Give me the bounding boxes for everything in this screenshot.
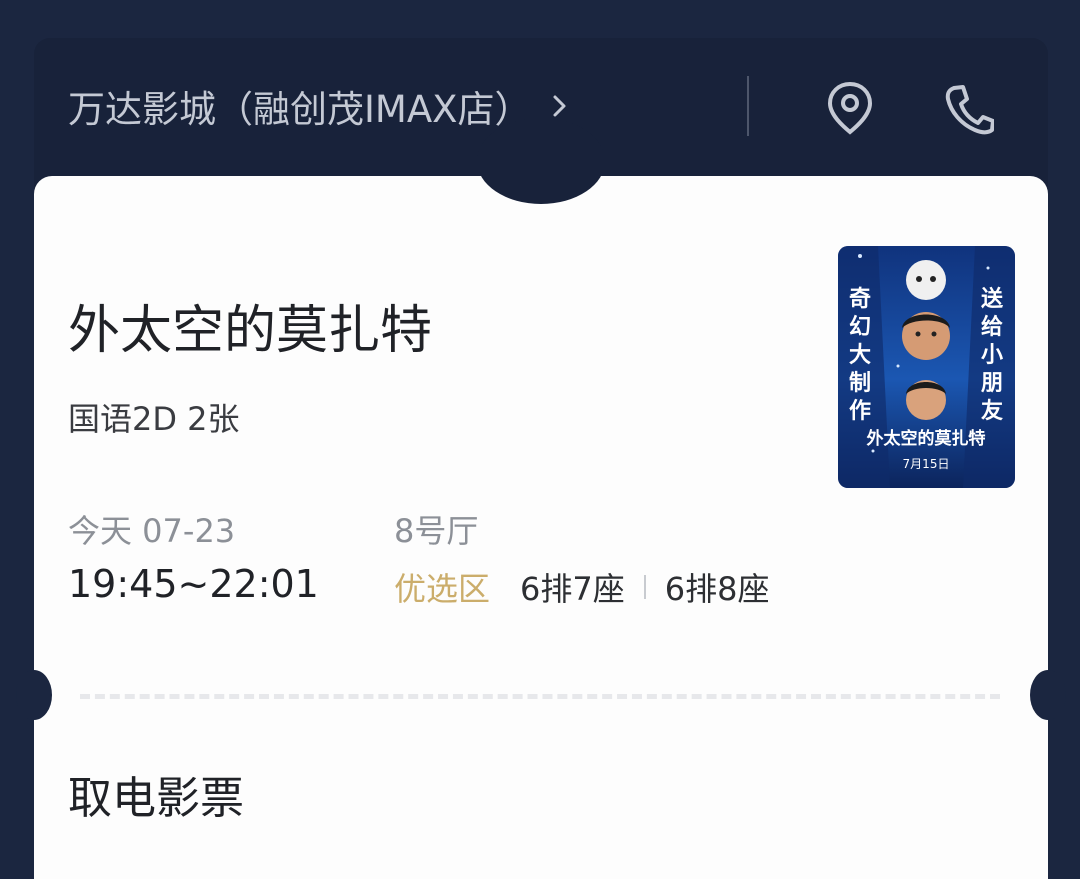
seat-info: 优选区 6排7座 6排8座 bbox=[394, 564, 769, 610]
ticket-divider bbox=[80, 694, 1000, 699]
cinema-name: 万达影城（融创茂IMAX店） bbox=[68, 88, 532, 131]
map-pin-icon[interactable] bbox=[824, 80, 876, 136]
pickup-section-title: 取电影票 bbox=[68, 773, 244, 824]
hall-number: 8号厅 bbox=[394, 512, 479, 550]
poster-right-char-2: 给 bbox=[981, 314, 1003, 340]
movie-poster[interactable]: 奇 幻 大 制 作 送 给 小 朋 友 外太空的莫扎特 7月15日 bbox=[838, 246, 1015, 488]
header-divider bbox=[747, 76, 749, 136]
seat-separator bbox=[643, 575, 646, 599]
movie-title: 外太空的莫扎特 bbox=[68, 301, 433, 361]
ticket-top-notch bbox=[477, 118, 605, 204]
chevron-right-icon bbox=[553, 95, 565, 117]
phone-icon[interactable] bbox=[942, 80, 994, 136]
poster-art: 奇 幻 大 制 作 送 给 小 朋 友 外太空的莫扎特 7月15日 bbox=[838, 246, 1015, 488]
poster-left-char-4: 制 bbox=[849, 371, 871, 396]
poster-right-char-1: 送 bbox=[981, 286, 1003, 312]
poster-right-char-5: 友 bbox=[981, 399, 1003, 424]
poster-right-char-4: 朋 bbox=[981, 371, 1003, 396]
ticket-right-notch bbox=[1030, 670, 1066, 720]
poster-right-char-3: 小 bbox=[981, 343, 1003, 368]
poster-left-char-3: 大 bbox=[849, 343, 871, 368]
cinema-name-link[interactable]: 万达影城（融创茂IMAX店） bbox=[68, 76, 574, 136]
poster-date: 7月15日 bbox=[903, 457, 950, 471]
ticket-left-notch bbox=[16, 670, 52, 720]
show-time: 19:45~22:01 bbox=[68, 562, 319, 606]
seat-1: 6排7座 bbox=[520, 570, 625, 608]
show-date: 今天 07-23 bbox=[68, 512, 236, 550]
poster-title: 外太空的莫扎特 bbox=[867, 428, 986, 449]
poster-left-char-5: 作 bbox=[849, 399, 871, 424]
ticket-card: 外太空的莫扎特 国语2D 2张 今天 07-23 19:45~22:01 8号厅… bbox=[16, 118, 1066, 879]
poster-left-char-2: 幻 bbox=[849, 314, 871, 340]
movie-meta: 国语2D 2张 bbox=[68, 400, 240, 438]
seat-zone: 优选区 bbox=[394, 570, 491, 608]
poster-left-char-1: 奇 bbox=[849, 286, 871, 312]
seat-2: 6排8座 bbox=[664, 570, 770, 608]
